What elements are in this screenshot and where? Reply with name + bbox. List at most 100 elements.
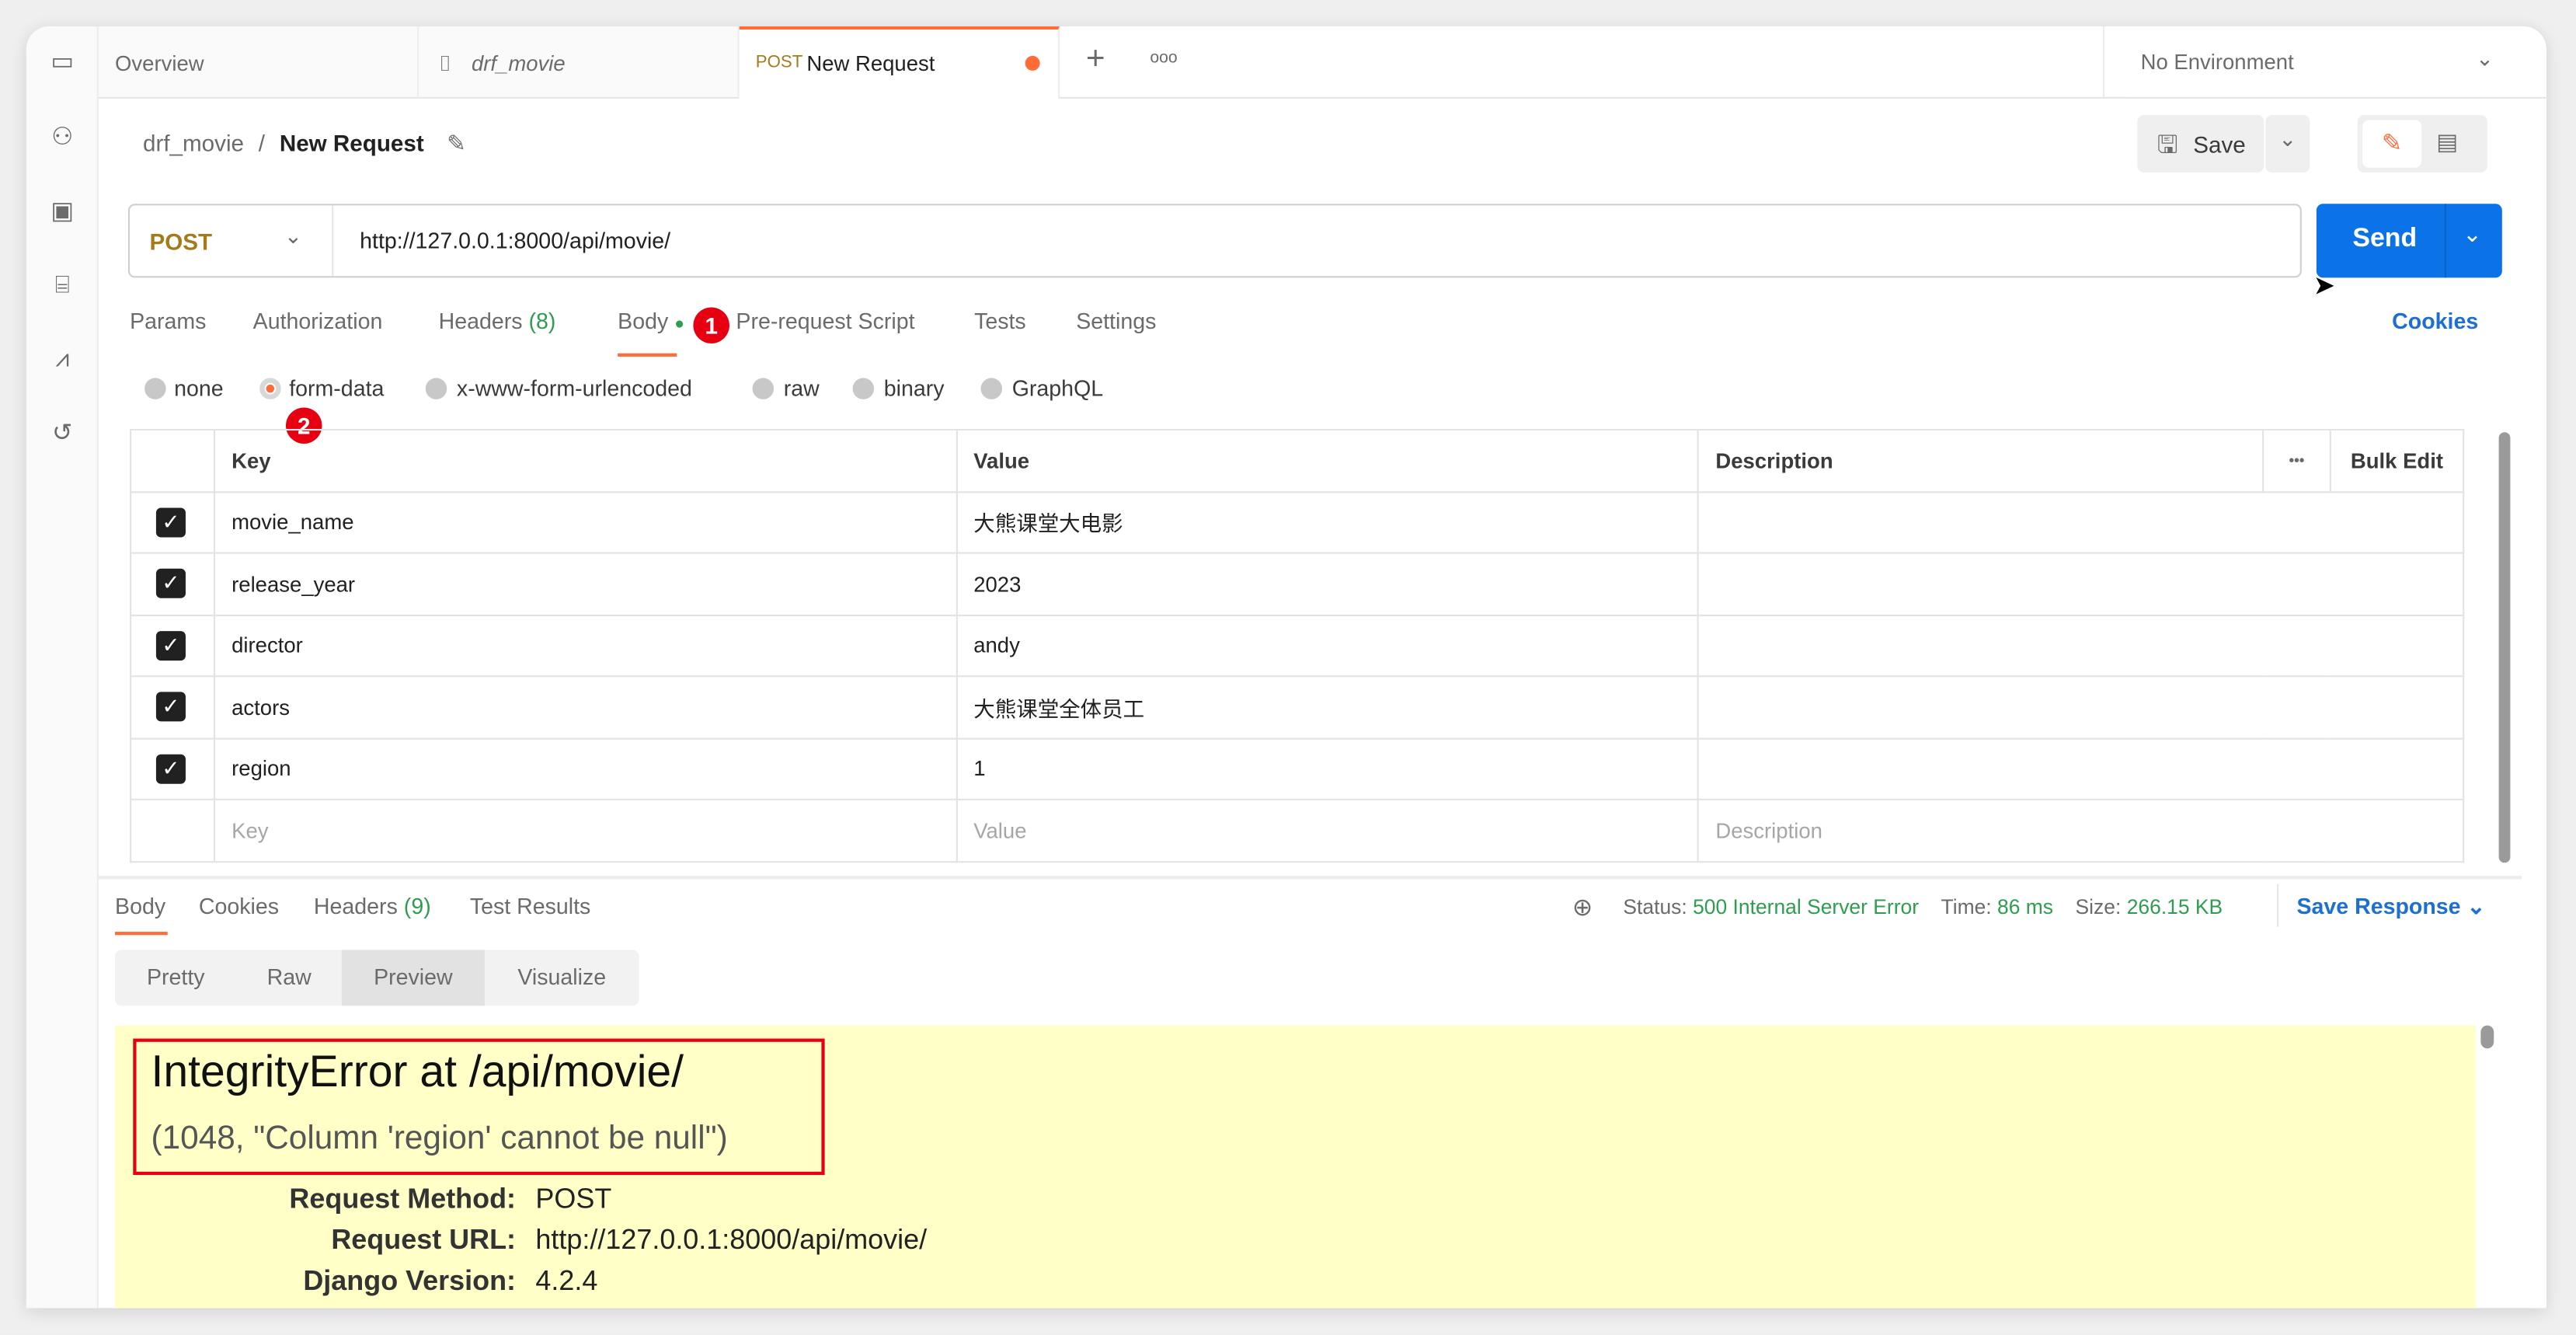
url-input[interactable]: http://127.0.0.1:8000/api/movie/ (360, 228, 670, 253)
url-bar: POST ⌄ http://127.0.0.1:8000/api/movie/ (127, 204, 2302, 278)
collections-icon[interactable]: ▭ (46, 46, 78, 78)
breadcrumb-parent[interactable]: drf_movie (143, 130, 244, 156)
annotation-badge-1: 1 (693, 307, 729, 343)
row-checkbox[interactable]: ✓ (155, 754, 186, 784)
save-dropdown-button[interactable]: ⌄ (2265, 115, 2310, 173)
edit-pencil-icon[interactable]: ✎ (2362, 120, 2422, 168)
environment-select[interactable]: No Environment ⌄ (2102, 26, 2546, 99)
apis-icon[interactable]: ⚇ (46, 121, 78, 154)
tab-body[interactable]: Body ● (618, 309, 684, 334)
value-cell[interactable]: 1 (955, 737, 1700, 800)
radio-binary[interactable] (852, 378, 875, 399)
view-preview[interactable]: Preview (341, 950, 485, 1006)
environments-icon[interactable]: ▣ (46, 196, 78, 228)
response-tab-body[interactable]: Body (115, 894, 165, 918)
sidebar: ▭ ⚇ ▣ ⌸ ⩘ ↺ (26, 26, 99, 1309)
method-select[interactable]: POST ⌄ (130, 205, 334, 277)
globe-icon[interactable]: ⊕ (1572, 892, 1593, 922)
description-cell[interactable] (1697, 552, 2465, 615)
view-pretty[interactable]: Pretty (115, 950, 236, 1006)
scrollbar[interactable] (2498, 432, 2511, 863)
row-checkbox[interactable]: ✓ (155, 569, 186, 599)
edit-pencil-icon[interactable]: ✎ (447, 130, 466, 156)
key-cell[interactable]: director (213, 613, 958, 678)
description-cell[interactable] (1697, 613, 2465, 678)
tab-tests[interactable]: Tests (974, 309, 1026, 334)
chevron-down-icon: ⌄ (2476, 46, 2494, 71)
table-row-empty: Key Value Description (130, 798, 2465, 863)
value-cell[interactable]: 2023 (955, 552, 1700, 615)
chevron-down-icon: ⌄ (284, 223, 302, 249)
tab-params[interactable]: Params (130, 309, 206, 334)
key-cell[interactable]: movie_name (213, 490, 958, 554)
tab-authorization[interactable]: Authorization (253, 309, 383, 334)
cookies-link[interactable]: Cookies (2392, 309, 2478, 334)
key-cell[interactable]: release_year (213, 552, 958, 615)
radio-graphql[interactable] (980, 378, 1003, 399)
key-cell[interactable]: region (213, 737, 958, 800)
response-tab-test-results[interactable]: Test Results (470, 894, 591, 918)
view-toggle: ✎ ▤ (2357, 115, 2487, 173)
body-indicator-dot: ● (674, 315, 685, 334)
mock-servers-icon[interactable]: ⌸ (46, 270, 78, 302)
radio-raw[interactable] (752, 378, 775, 399)
response-meta: Status: 500 Internal Server Error Time: … (1623, 895, 2223, 919)
description-cell[interactable] (1697, 737, 2465, 800)
table-row: ✓ region 1 (130, 737, 2465, 800)
view-raw[interactable]: Raw (237, 950, 342, 1006)
preview-scrollbar[interactable] (2480, 1025, 2494, 1049)
chevron-down-icon: ⌄ (2466, 894, 2486, 919)
table-header: Key Value Description ••• Bulk Edit (130, 428, 2465, 493)
request-name: New Request (279, 130, 424, 156)
table-row: ✓ release_year 2023 (130, 552, 2465, 615)
unsaved-dot (1025, 55, 1040, 71)
table-row: ✓ director andy (130, 613, 2465, 678)
tab-headers[interactable]: Headers (8) (439, 309, 556, 334)
row-checkbox[interactable]: ✓ (155, 630, 186, 661)
key-input[interactable]: Key (213, 798, 958, 863)
value-cell[interactable]: andy (955, 613, 1700, 678)
table-row: ✓ actors 大熊课堂全体员工 (130, 675, 2465, 739)
active-tab-underline (618, 353, 677, 357)
response-tab-cookies[interactable]: Cookies (199, 894, 279, 918)
value-input[interactable]: Value (955, 798, 1700, 863)
tab-drf-movie[interactable]: ⌷ drf_movie (419, 26, 740, 99)
save-response-button[interactable]: Save Response ⌄ (2296, 894, 2485, 920)
view-visualize[interactable]: Visualize (485, 950, 639, 1006)
more-tabs-icon[interactable]: ooo (1150, 49, 1177, 67)
bulk-edit-button[interactable]: Bulk Edit (2329, 428, 2465, 493)
tab-new-request[interactable]: POST New Request (739, 26, 1060, 99)
send-button[interactable]: Send ⌄ (2316, 204, 2502, 278)
history-icon[interactable]: ↺ (46, 417, 78, 450)
row-checkbox[interactable]: ✓ (155, 507, 186, 538)
key-cell[interactable]: actors (213, 675, 958, 739)
description-cell[interactable] (1697, 490, 2465, 554)
radio-urlencoded[interactable] (425, 378, 447, 399)
monitors-icon[interactable]: ⩘ (46, 343, 78, 376)
collection-icon: ⌷ (438, 51, 452, 76)
value-cell[interactable]: 大熊课堂大电影 (955, 490, 1700, 554)
new-tab-plus-icon[interactable]: + (1086, 41, 1105, 79)
save-button[interactable]: 🖫 Save (2137, 115, 2264, 173)
tab-overview[interactable]: Overview (98, 26, 419, 99)
more-options-icon[interactable]: ••• (2262, 428, 2331, 493)
pane-divider[interactable] (98, 876, 2522, 880)
radio-none[interactable] (144, 378, 166, 399)
response-tab-headers[interactable]: Headers (9) (314, 894, 431, 918)
description-input[interactable]: Description (1697, 798, 2465, 863)
tab-settings[interactable]: Settings (1076, 309, 1156, 334)
error-detail: (1048, "Column 'region' cannot be null") (151, 1121, 728, 1157)
breadcrumb: drf_movie / New Request ✎ (142, 130, 466, 156)
description-cell[interactable] (1697, 675, 2465, 739)
comments-icon[interactable]: ▤ (2436, 128, 2458, 156)
status-code[interactable]: 500 Internal Server Error (1693, 896, 1919, 919)
tab-pre-request-script[interactable]: Pre-request Script (736, 309, 914, 334)
value-cell[interactable]: 大熊课堂全体员工 (955, 675, 1700, 739)
radio-form-data[interactable] (259, 378, 281, 399)
postman-window: ▭ ⚇ ▣ ⌸ ⩘ ↺ Overview ⌷ drf_movie POST New… (26, 26, 2546, 1309)
error-title: IntegrityError at /api/movie/ (151, 1047, 684, 1096)
form-data-table: Key Value Description ••• Bulk Edit ✓ movie… (130, 428, 2465, 863)
save-icon: 🖫 (2157, 131, 2178, 160)
row-checkbox[interactable]: ✓ (155, 692, 186, 722)
send-dropdown-chevron-icon[interactable]: ⌄ (2463, 220, 2482, 248)
